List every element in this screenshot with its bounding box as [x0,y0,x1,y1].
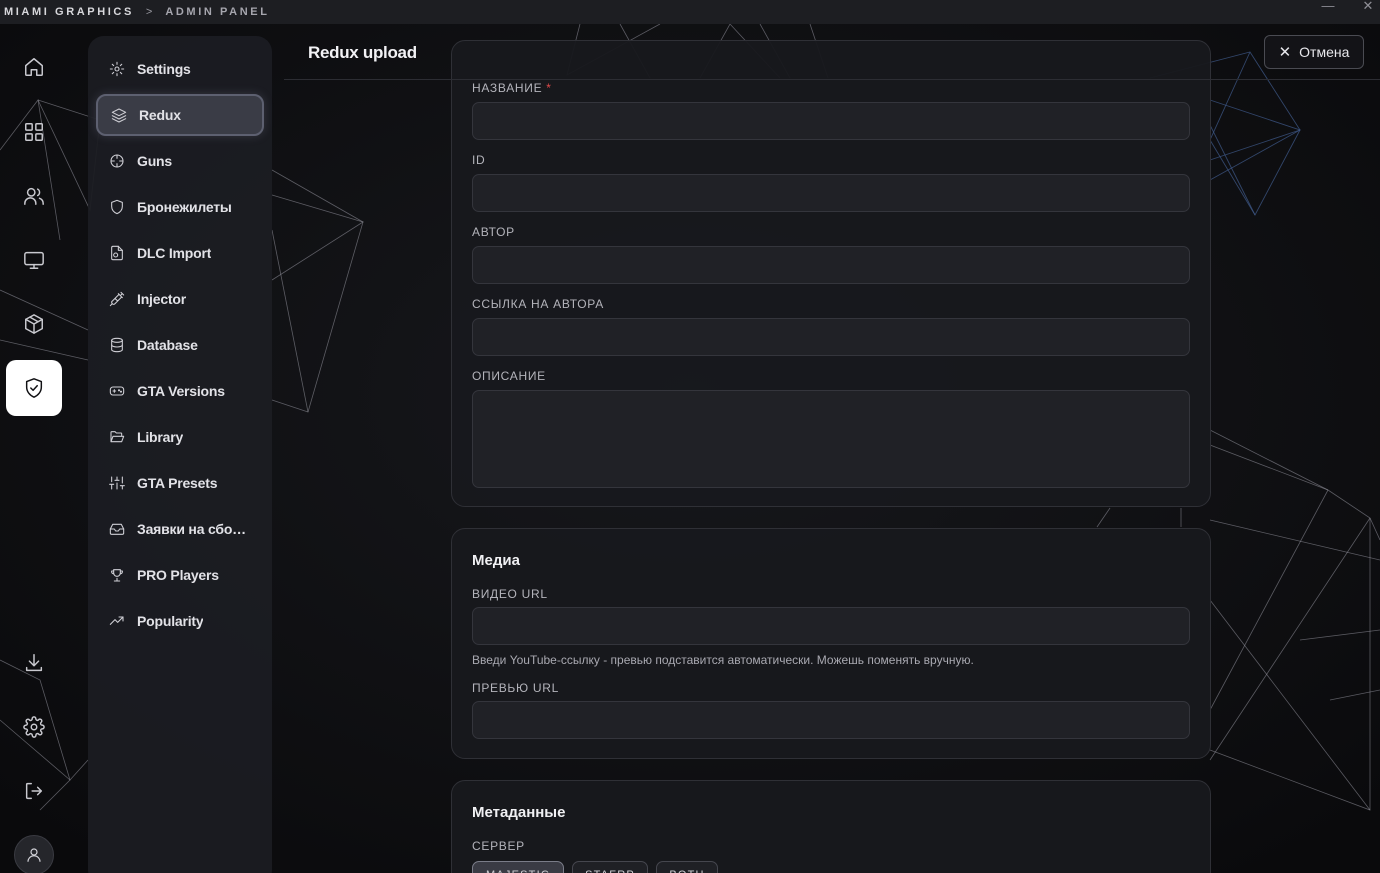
nav-item-build-requests[interactable]: Заявки на сборку [96,508,264,550]
metadata-card: Метаданные СЕРВЕР MAJESTIC STAFRP BOTH [451,780,1211,873]
nav-item-popularity[interactable]: Popularity [96,600,264,642]
user-icon [27,848,41,862]
home-icon [25,58,43,76]
nav-item-redux[interactable]: Redux [96,94,264,136]
logout-icon [25,782,43,800]
gamepad-icon [109,386,125,396]
nav-item-label: PRO Players [137,567,219,583]
author-link-input[interactable] [472,318,1190,356]
nav-item-label: Settings [137,61,191,77]
description-label: ОПИСАНИЕ [472,369,546,383]
page-title: Redux upload [308,43,417,62]
nav-item-label: Library [137,429,184,445]
preview-url-label: ПРЕВЬЮ URL [472,681,559,695]
nav-item-label: Заявки на сборку [137,521,247,537]
server-option-majestic[interactable]: MAJESTIC [472,861,564,873]
id-input[interactable] [472,174,1190,212]
metadata-section-title: Метаданные [472,804,566,821]
nav-item-label: Бронежилеты [137,199,232,215]
server-label: СЕРВЕР [472,839,525,853]
nav-item-settings[interactable]: Settings [96,48,264,90]
rail-home-button[interactable] [6,39,62,95]
id-label: ID [472,153,486,167]
breadcrumb-separator: > [145,6,153,18]
rail-package-button[interactable] [6,296,62,352]
server-option-both[interactable]: BOTH [656,861,718,873]
nav-item-label: GTA Presets [137,475,218,491]
user-avatar[interactable] [14,835,54,873]
nav-item-pro-players[interactable]: PRO Players [96,554,264,596]
nav-item-guns[interactable]: Guns [96,140,264,182]
nav-item-label: DLC Import [137,245,212,261]
rail-download-button[interactable] [6,635,62,691]
nav-item-label: Redux [139,107,181,123]
layers-icon [111,108,127,123]
database-icon [111,337,123,353]
nav-item-label: Popularity [137,613,204,629]
name-input[interactable] [472,102,1190,140]
trending-up-icon [109,616,124,625]
preview-url-input[interactable] [472,701,1190,739]
inbox-icon [109,523,125,535]
icon-rail [0,24,68,873]
name-label: НАЗВАНИЕ * [472,81,552,95]
download-icon [25,654,43,672]
file-import-icon [111,245,123,261]
folder-open-icon [110,431,125,443]
package-icon [25,314,43,334]
author-link-label: ССЫЛКА НА АВТОРА [472,297,604,311]
rail-dashboard-button[interactable] [6,104,62,160]
nav-item-gta-presets[interactable]: GTA Presets [96,462,264,504]
shield-check-icon [25,378,43,398]
nav-item-library[interactable]: Library [96,416,264,458]
rail-users-button[interactable] [6,168,62,224]
nav-item-label: Guns [137,153,172,169]
rail-settings-button[interactable] [6,699,62,755]
nav-item-label: Database [137,337,198,353]
trophy-icon [111,569,123,582]
app-brand: MIAMI GRAPHICS [4,6,134,18]
video-url-label: ВИДЕО URL [472,587,548,601]
rail-monitor-button[interactable] [6,232,62,288]
rail-logout-button[interactable] [6,763,62,819]
close-window-button[interactable]: ✕ [1358,0,1378,14]
nav-item-armor[interactable]: Бронежилеты [96,186,264,228]
breadcrumb-section: ADMIN PANEL [165,6,270,18]
syringe-icon [109,291,125,307]
video-url-input[interactable] [472,607,1190,645]
media-card: Медиа ВИДЕО URL Введи YouTube-ссылку - п… [451,528,1211,759]
grid-icon [25,123,43,141]
shield-icon [111,199,123,215]
gear-icon [109,61,125,77]
description-textarea[interactable] [472,390,1190,488]
crosshair-icon [110,154,124,168]
main-info-card: НАЗВАНИЕ * ID АВТОР ССЫЛКА НА АВТОРА ОПИС… [451,40,1211,507]
close-icon: ✕ [1278,44,1292,61]
author-label: АВТОР [472,225,515,239]
rail-admin-button[interactable] [6,360,62,416]
nav-item-database[interactable]: Database [96,324,264,366]
required-marker: * [546,81,552,95]
cancel-button-label: Отмена [1299,44,1350,60]
gear-icon [23,716,45,738]
window-titlebar: MIAMI GRAPHICS > ADMIN PANEL — ✕ [0,0,1380,24]
server-option-stafrp[interactable]: STAFRP [572,861,648,873]
nav-item-label: Injector [137,291,186,307]
users-icon [24,187,44,205]
monitor-icon [24,251,44,269]
nav-item-dlc-import[interactable]: DLC Import [96,232,264,274]
admin-nav-panel: Settings Redux Guns Бронежилеты DLC Impo… [88,36,272,873]
media-section-title: Медиа [472,552,520,569]
cancel-button[interactable]: ✕ Отмена [1264,35,1364,69]
sliders-icon [109,476,125,490]
nav-item-label: GTA Versions [137,383,225,399]
author-input[interactable] [472,246,1190,284]
video-url-hint: Введи YouTube-ссылку - превью подставитс… [472,653,974,667]
nav-item-gta-versions[interactable]: GTA Versions [96,370,264,412]
page-header: Redux upload ✕ Отмена [284,24,1380,80]
nav-item-injector[interactable]: Injector [96,278,264,320]
minimize-button[interactable]: — [1318,0,1338,14]
